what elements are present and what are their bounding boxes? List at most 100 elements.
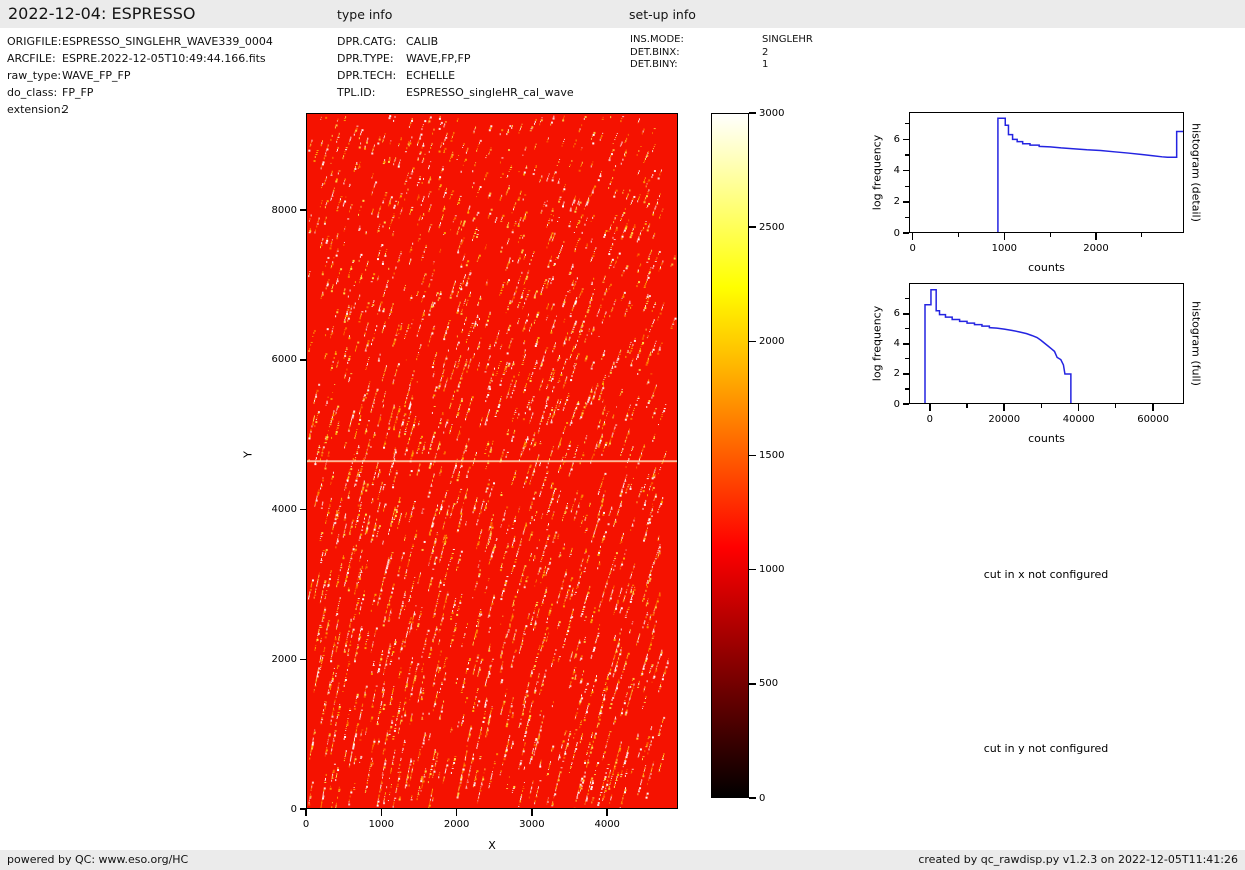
colorbar-tick-label: 2500 xyxy=(759,221,785,233)
histogram-full-plot: 0 20000 40000 60000 0 2 4 6 xyxy=(894,283,1184,425)
info-value: 2 xyxy=(62,103,69,116)
x-tick-label: 0 xyxy=(909,243,916,254)
info-value: ESPRESSO_singleHR_cal_wave xyxy=(406,86,574,99)
heatmap-ylabel: Y xyxy=(241,451,255,458)
y-tick xyxy=(299,359,306,361)
colorbar-tick xyxy=(749,683,756,685)
x-tick xyxy=(1095,233,1097,240)
setup-info-heading: set-up info xyxy=(629,7,696,22)
x-minor-tick xyxy=(966,404,968,408)
colorbar-tick-label: 1000 xyxy=(759,564,785,576)
colorbar: 0 500 1000 1500 2000 2500 3000 xyxy=(711,108,784,804)
histogram-detail-plot: 0 1000 2000 0 2 4 6 xyxy=(894,112,1184,254)
y-tick xyxy=(902,169,909,172)
x-tick-label: 40000 xyxy=(1062,414,1095,425)
x-tick xyxy=(1003,233,1006,240)
hist-full-right-label: histogram (full) xyxy=(1189,301,1203,386)
colorbar-tick xyxy=(749,797,756,799)
colorbar-tick-label: 1500 xyxy=(759,450,785,461)
x-tick-label: 20000 xyxy=(988,414,1021,425)
x-tick xyxy=(606,809,608,816)
y-tick xyxy=(299,808,306,810)
x-tick xyxy=(1077,404,1080,411)
histogram-full-line xyxy=(909,289,1184,404)
page-title: 2022-12-04: ESPRESSO xyxy=(8,4,196,23)
y-tick-label: 2000 xyxy=(271,653,297,665)
info-label: raw_type: xyxy=(7,69,62,82)
y-minor-tick xyxy=(905,154,909,156)
info-label: DPR.TYPE: xyxy=(337,52,394,65)
x-tick xyxy=(911,233,914,240)
colorbar-tick xyxy=(749,340,756,343)
x-tick xyxy=(531,809,533,816)
cut-in-x-message: cut in x not configured xyxy=(983,568,1109,581)
y-tick-label: 6000 xyxy=(271,354,297,366)
info-value: FP_FP xyxy=(62,86,94,99)
info-label: DPR.TECH: xyxy=(337,69,397,82)
info-label: ORIGFILE: xyxy=(7,35,62,48)
y-tick xyxy=(299,209,306,212)
colorbar-tick xyxy=(749,454,756,457)
raw-frame-heatmap-image xyxy=(306,113,678,809)
info-value: ESPRESSO_SINGLEHR_WAVE339_0004 xyxy=(62,35,273,48)
y-minor-tick xyxy=(905,123,909,125)
x-tick-label: 1000 xyxy=(368,819,395,830)
colorbar-tick-label: 2000 xyxy=(759,335,785,347)
x-tick-label: 1000 xyxy=(991,243,1018,254)
colorbar-tick xyxy=(749,568,756,571)
x-minor-tick xyxy=(957,233,960,237)
colorbar-tick-label: 3000 xyxy=(759,107,785,119)
info-value: SINGLEHR xyxy=(762,34,813,45)
colorbar-tick xyxy=(749,226,756,228)
x-tick xyxy=(1152,404,1154,411)
info-label: DET.BINY: xyxy=(630,59,678,70)
y-tick-label: 8000 xyxy=(271,204,297,216)
x-tick xyxy=(1003,404,1006,411)
hist-detail-ylabel: log frequency xyxy=(870,134,884,211)
hist-detail-right-label: histogram (detail) xyxy=(1189,123,1203,222)
x-tick-label: 0 xyxy=(926,414,934,425)
info-label: INS.MODE: xyxy=(630,34,684,45)
x-tick-label: 2000 xyxy=(443,819,470,830)
info-label: TPL.ID: xyxy=(337,86,376,99)
info-label: ARCFILE: xyxy=(7,52,56,65)
qc-report-page: 2022-12-04: ESPRESSO type info set-up in… xyxy=(0,0,1245,870)
y-tick xyxy=(902,313,909,315)
info-value: CALIB xyxy=(406,35,439,48)
y-minor-tick xyxy=(905,388,909,390)
hist-full-xlabel: counts xyxy=(1028,432,1065,445)
x-minor-tick xyxy=(1049,233,1051,237)
y-tick xyxy=(902,138,909,141)
hist-detail-xlabel: counts xyxy=(1028,261,1065,274)
x-tick-label: 2000 xyxy=(1083,243,1109,254)
y-minor-tick xyxy=(905,328,909,330)
info-value: ECHELLE xyxy=(406,69,456,82)
y-tick xyxy=(902,373,909,375)
x-tick xyxy=(929,404,931,411)
info-value: WAVE_FP_FP xyxy=(62,69,131,82)
colorbar-tick-label: 500 xyxy=(759,678,779,690)
x-tick-label: 3000 xyxy=(519,819,545,830)
info-label: DPR.CATG: xyxy=(337,35,397,48)
x-tick-label: 60000 xyxy=(1137,414,1170,425)
info-label: do_class: xyxy=(7,86,58,99)
x-tick xyxy=(380,809,383,816)
footer-bar: powered by QC: www.eso.org/HC created by… xyxy=(0,850,1245,870)
y-minor-tick xyxy=(905,216,909,218)
x-minor-tick xyxy=(1040,404,1043,408)
histogram-detail-line xyxy=(909,117,1184,233)
y-minor-tick xyxy=(905,298,909,300)
colorbar-tick xyxy=(749,112,756,114)
info-value: WAVE,FP,FP xyxy=(406,52,471,65)
x-tick-label: 0 xyxy=(302,819,310,830)
header-bar: 2022-12-04: ESPRESSO type info set-up in… xyxy=(0,0,1245,28)
y-tick xyxy=(902,403,909,405)
y-minor-tick xyxy=(905,185,909,187)
colorbar-gradient xyxy=(711,113,749,798)
info-value: 2 xyxy=(762,46,769,58)
y-tick xyxy=(299,508,306,511)
info-value: 1 xyxy=(762,59,769,70)
raw-frame-plot: 0 1000 2000 3000 4000 0 2000 4000 6000 8000 xyxy=(272,113,678,830)
y-tick-label: 4000 xyxy=(271,504,297,516)
x-minor-tick xyxy=(1115,404,1117,408)
